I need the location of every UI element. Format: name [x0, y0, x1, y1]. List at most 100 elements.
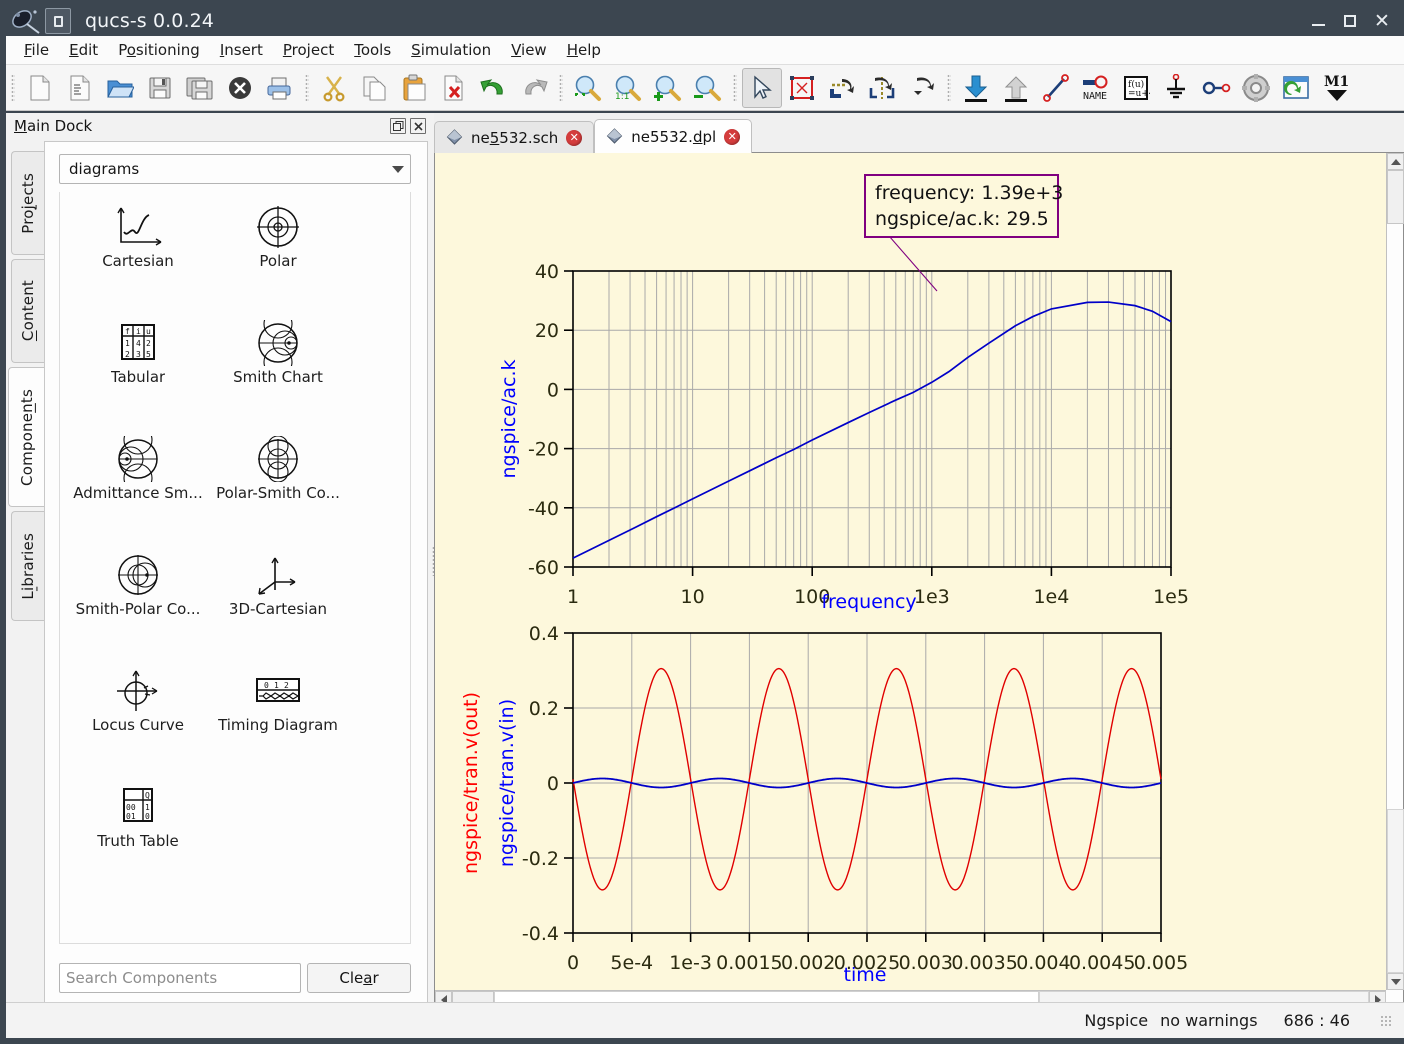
window-title: qucs-s 0.0.24	[85, 10, 214, 32]
insert-label-icon[interactable]: NAME	[1076, 68, 1116, 108]
menu-file[interactable]: File	[14, 38, 59, 62]
svg-text:1: 1	[274, 681, 279, 690]
redo-icon[interactable]	[514, 68, 554, 108]
close-icon[interactable]: ✕	[724, 129, 740, 145]
zoom-in-icon[interactable]	[648, 68, 688, 108]
component-item-admittance-smith[interactable]: Admittance Sm...	[68, 436, 208, 514]
component-label: 3D-Cartesian	[229, 600, 327, 618]
close-document-icon[interactable]	[220, 68, 260, 108]
svg-text:00: 00	[126, 803, 136, 812]
select-all-icon[interactable]	[782, 68, 822, 108]
dock-close-icon[interactable]	[410, 118, 426, 134]
component-item-timing-diagram[interactable]: 012 Timing Diagram	[208, 668, 348, 746]
mirror-y-icon[interactable]	[902, 68, 942, 108]
component-category-combo[interactable]: diagrams	[59, 154, 411, 184]
document-tab-dpl[interactable]: ne5532.dpl ✕	[594, 119, 752, 153]
menu-simulation[interactable]: Simulation	[401, 38, 501, 62]
ac-ytick-label: -20	[528, 439, 559, 461]
toolbar-separator	[305, 74, 309, 102]
tran-xtick-label: 0.0015	[716, 952, 782, 974]
menu-edit[interactable]: Edit	[59, 38, 108, 62]
admittance-smith-icon	[115, 436, 161, 482]
component-item-polar-smith[interactable]: Polar-Smith Co...	[208, 436, 348, 514]
dock-title-bar: Main Dock	[6, 113, 430, 139]
search-input[interactable]	[59, 963, 301, 993]
dock-float-icon[interactable]	[390, 118, 406, 134]
component-item-tabular[interactable]: fiu 142 235 Tabular	[68, 320, 208, 398]
save-all-icon[interactable]	[180, 68, 220, 108]
marker-icon[interactable]: M1	[1316, 68, 1356, 108]
menu-view[interactable]: View	[501, 38, 557, 62]
document-tab-sch[interactable]: ne5532.sch ✕	[434, 121, 594, 153]
rotate-icon[interactable]	[822, 68, 862, 108]
component-item-polar[interactable]: Polar	[208, 204, 348, 282]
vertical-scroll-track-lower[interactable]	[1387, 809, 1404, 973]
select-arrow-icon[interactable]	[742, 68, 782, 108]
clear-search-button[interactable]: Clear	[307, 963, 411, 993]
dock-tab-projects[interactable]: Projects	[11, 151, 44, 255]
insert-equation-icon[interactable]: f(u)=u+4	[1116, 68, 1156, 108]
locus-curve-icon	[113, 668, 163, 714]
main-toolbar: 1:1	[6, 65, 1404, 111]
save-icon[interactable]	[140, 68, 180, 108]
menu-help[interactable]: Help	[557, 38, 611, 62]
insert-port-up-icon[interactable]	[996, 68, 1036, 108]
menu-project[interactable]: Project	[273, 38, 344, 62]
zoom-original-icon[interactable]: 1:1	[608, 68, 648, 108]
insert-ground-icon[interactable]	[1156, 68, 1196, 108]
close-button[interactable]: ✕	[1367, 7, 1397, 35]
component-item-cartesian[interactable]: Cartesian	[68, 204, 208, 282]
svg-text:u: u	[146, 327, 151, 336]
component-item-smith-chart[interactable]: Smith Chart	[208, 320, 348, 398]
insert-port-down-icon[interactable]	[956, 68, 996, 108]
polar-smith-combi-icon	[255, 436, 301, 482]
component-item-truth-table[interactable]: Q 001 010 Truth Table	[68, 784, 208, 862]
dock-tab-content[interactable]: Content	[11, 259, 44, 363]
simulate-icon[interactable]	[1236, 68, 1276, 108]
zoom-out-icon[interactable]	[688, 68, 728, 108]
dock-tab-libraries[interactable]: Libraries	[11, 511, 44, 621]
insert-port-icon[interactable]	[1196, 68, 1236, 108]
window-menu-icon[interactable]	[45, 8, 71, 34]
zoom-fit-icon[interactable]	[568, 68, 608, 108]
delete-icon[interactable]	[434, 68, 474, 108]
scroll-up-button[interactable]	[1387, 153, 1404, 170]
menu-positioning[interactable]: Positioning	[108, 38, 210, 62]
maximize-button[interactable]	[1335, 7, 1365, 35]
vertical-scrollbar[interactable]	[1386, 153, 1403, 990]
component-label: Locus Curve	[92, 716, 184, 734]
paste-icon[interactable]	[394, 68, 434, 108]
component-item-3d-cartesian[interactable]: 3D-Cartesian	[208, 552, 348, 630]
mirror-x-icon[interactable]	[862, 68, 902, 108]
copy-icon[interactable]	[354, 68, 394, 108]
minimize-button[interactable]	[1303, 7, 1333, 35]
component-grid: Cartesian Polar	[59, 192, 411, 944]
insert-wire-icon[interactable]	[1036, 68, 1076, 108]
dock-tab-strip: Projects Content Components Libraries	[6, 139, 44, 1008]
document-icon	[446, 129, 463, 146]
tran-ylabel-in: ngspice/tran.v(in)	[496, 699, 518, 867]
show-diagram-icon[interactable]	[1276, 68, 1316, 108]
diagram-canvas[interactable]: -60-40-2002040 1101001e31e41e5 ngspice/a…	[435, 153, 1386, 990]
menu-insert[interactable]: Insert	[210, 38, 273, 62]
tran-ytick-label: 0.2	[529, 698, 559, 720]
dock-tab-components[interactable]: Components	[8, 367, 44, 507]
undo-icon[interactable]	[474, 68, 514, 108]
svg-text:0: 0	[264, 681, 269, 690]
resize-grip[interactable]	[1380, 1015, 1392, 1027]
new-document-icon[interactable]	[20, 68, 60, 108]
menu-tools[interactable]: Tools	[344, 38, 401, 62]
new-text-document-icon[interactable]	[60, 68, 100, 108]
component-item-locus-curve[interactable]: Locus Curve	[68, 668, 208, 746]
open-folder-icon[interactable]	[100, 68, 140, 108]
svg-text:2: 2	[146, 339, 151, 348]
vertical-scroll-thumb[interactable]	[1387, 170, 1404, 224]
cut-icon[interactable]	[314, 68, 354, 108]
close-icon[interactable]: ✕	[566, 130, 582, 146]
component-item-smith-polar[interactable]: Smith-Polar Co...	[68, 552, 208, 630]
scroll-down-button[interactable]	[1387, 973, 1404, 990]
component-label: Timing Diagram	[218, 716, 338, 734]
ac-ytick-label: -60	[528, 557, 559, 579]
print-icon[interactable]	[260, 68, 300, 108]
tran-xtick-label: 5e-4	[610, 952, 653, 974]
